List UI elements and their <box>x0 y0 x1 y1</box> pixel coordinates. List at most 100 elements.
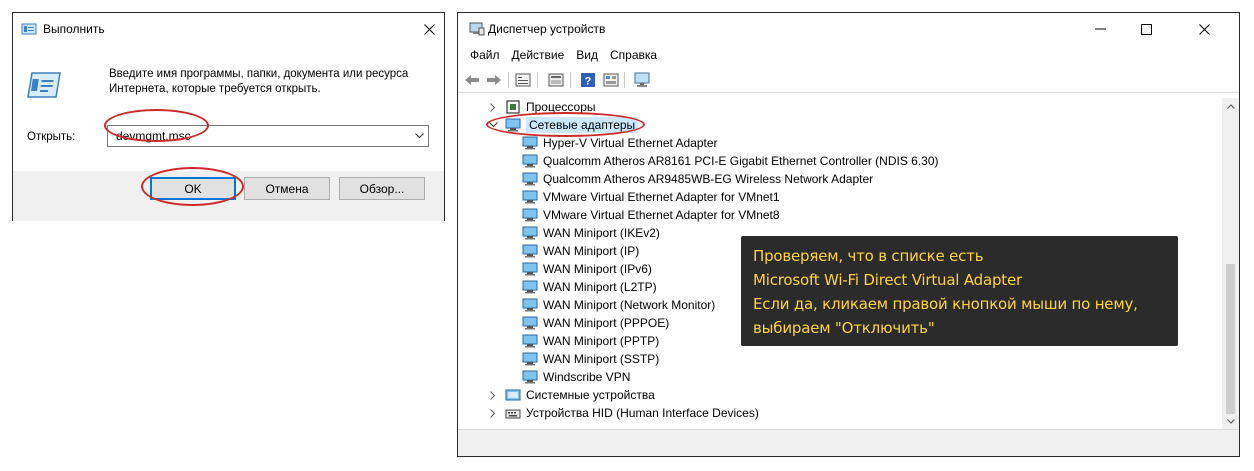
annotation-line: Если да, кликаем правой кнопкой мыши по … <box>753 295 1138 313</box>
ok-button[interactable]: OK <box>150 177 236 200</box>
expand-button[interactable] <box>486 98 500 116</box>
cancel-button[interactable]: Отмена <box>244 177 330 200</box>
help-button[interactable]: ? <box>578 71 598 89</box>
menu-action[interactable]: Действие <box>506 45 571 67</box>
expand-button[interactable] <box>486 386 500 404</box>
menu-help[interactable]: Справка <box>604 45 663 67</box>
adapter-label: VMware Virtual Ethernet Adapter for VMne… <box>543 208 780 222</box>
chevron-down-icon <box>488 122 498 128</box>
tree-item-network-adapters[interactable]: Сетевые адаптеры <box>486 116 639 134</box>
properties-icon <box>515 73 531 87</box>
scroll-up-button[interactable] <box>1222 98 1239 115</box>
adapter-item[interactable]: VMware Virtual Ethernet Adapter for VMne… <box>522 188 780 206</box>
adapter-item[interactable]: WAN Miniport (L2TP) <box>522 278 657 296</box>
open-label: Открыть: <box>27 131 76 143</box>
adapter-item[interactable]: WAN Miniport (IPv6) <box>522 260 652 278</box>
run-command-input[interactable]: devmgmt.msc <box>107 125 429 147</box>
scan-hardware-icon <box>634 72 650 87</box>
adapter-label: WAN Miniport (SSTP) <box>543 352 660 366</box>
adapter-item[interactable]: Hyper-V Virtual Ethernet Adapter <box>522 134 718 152</box>
run-close-button[interactable] <box>414 13 444 45</box>
chevron-down-icon <box>414 133 424 139</box>
device-manager-window: Диспетчер устройств Файл Действие Вид Сп… <box>457 12 1240 457</box>
run-icon <box>21 23 37 35</box>
browse-button[interactable]: Обзор... <box>339 177 425 200</box>
expand-button[interactable] <box>486 404 500 422</box>
adapter-item[interactable]: Windscribe VPN <box>522 368 630 386</box>
run-dialog: Выполнить Введите имя программы, папки, … <box>12 12 445 221</box>
network-adapter-icon <box>522 154 538 168</box>
minimize-button[interactable] <box>1077 13 1123 45</box>
adapter-item[interactable]: WAN Miniport (PPTP) <box>522 332 659 350</box>
close-icon <box>423 23 435 35</box>
collapse-button[interactable] <box>486 116 500 134</box>
chevron-right-icon <box>490 390 496 400</box>
toolbar-separator <box>508 72 509 88</box>
menu-file[interactable]: Файл <box>464 45 506 67</box>
view-button[interactable] <box>601 71 621 89</box>
adapter-label: WAN Miniport (IPv6) <box>543 262 652 276</box>
adapter-label: WAN Miniport (PPPOE) <box>543 316 670 330</box>
chevron-right-icon <box>490 102 496 112</box>
close-icon <box>1198 23 1210 35</box>
network-adapter-icon <box>522 352 538 366</box>
adapter-item[interactable]: Qualcomm Atheros AR9485WB-EG Wireless Ne… <box>522 170 873 188</box>
keyboard-icon <box>505 409 521 419</box>
tree-item-system-devices[interactable]: Системные устройства <box>486 386 655 404</box>
adapter-item[interactable]: WAN Miniport (IP) <box>522 242 639 260</box>
tree-item-hid-devices[interactable]: Устройства HID (Human Interface Devices) <box>486 404 759 422</box>
maximize-button[interactable] <box>1123 13 1169 45</box>
network-adapter-icon <box>522 244 538 258</box>
adapter-label: Hyper-V Virtual Ethernet Adapter <box>543 136 718 150</box>
network-adapter-icon <box>522 262 538 276</box>
run-dropdown-button[interactable] <box>410 126 428 146</box>
run-program-icon <box>27 72 61 98</box>
maximize-icon <box>1140 23 1152 35</box>
tree-item-processors[interactable]: Процессоры <box>486 98 596 116</box>
chevron-down-icon <box>1226 419 1235 424</box>
run-dialog-body: Введите имя программы, папки, документа … <box>13 45 444 171</box>
run-titlebar: Выполнить <box>13 13 444 45</box>
scan-hardware-button[interactable] <box>632 71 652 89</box>
adapter-item[interactable]: WAN Miniport (IKEv2) <box>522 224 660 242</box>
network-adapter-icon <box>505 118 521 132</box>
scrollbar-thumb[interactable] <box>1226 264 1235 414</box>
network-adapter-icon <box>522 136 538 150</box>
dm-close-button[interactable] <box>1181 13 1227 45</box>
adapter-item[interactable]: WAN Miniport (Network Monitor) <box>522 296 715 314</box>
tree-item-label: Процессоры <box>526 100 596 114</box>
tree-scrollbar[interactable] <box>1222 98 1239 430</box>
tree-item-label: Устройства HID (Human Interface Devices) <box>526 406 759 420</box>
adapter-label: WAN Miniport (IKEv2) <box>543 226 660 240</box>
adapter-item[interactable]: VMware Virtual Ethernet Adapter for VMne… <box>522 206 780 224</box>
network-adapter-icon <box>522 370 538 384</box>
adapter-item[interactable]: WAN Miniport (SSTP) <box>522 350 659 368</box>
network-adapter-icon <box>522 334 538 348</box>
device-manager-icon <box>469 22 485 36</box>
adapter-label: WAN Miniport (L2TP) <box>543 280 657 294</box>
annotation-line: Microsoft Wi-Fi Direct Virtual Adapter <box>753 271 1022 289</box>
network-adapter-icon <box>522 172 538 186</box>
run-command-value[interactable]: devmgmt.msc <box>116 129 191 143</box>
chevron-right-icon <box>490 408 496 418</box>
system-devices-icon <box>505 389 521 401</box>
update-driver-icon <box>548 73 564 87</box>
adapter-item[interactable]: Qualcomm Atheros AR8161 PCI-E Gigabit Et… <box>522 152 939 170</box>
network-adapter-icon <box>522 226 538 240</box>
adapter-item[interactable]: WAN Miniport (PPPOE) <box>522 314 669 332</box>
forward-button[interactable] <box>484 71 504 89</box>
tree-item-label: Сетевые адаптеры <box>526 117 639 133</box>
dm-window-title: Диспетчер устройств <box>488 22 606 36</box>
dm-titlebar: Диспетчер устройств <box>458 13 1239 45</box>
menu-view[interactable]: Вид <box>570 45 604 67</box>
back-button[interactable] <box>462 71 482 89</box>
adapter-label: WAN Miniport (Network Monitor) <box>543 298 716 312</box>
toolbar-separator <box>624 72 625 88</box>
adapter-label: WAN Miniport (IP) <box>543 244 640 258</box>
update-driver-button[interactable] <box>546 71 566 89</box>
adapter-label: Windscribe VPN <box>543 370 631 384</box>
scroll-down-button[interactable] <box>1222 413 1239 430</box>
properties-button[interactable] <box>513 71 533 89</box>
back-icon <box>465 75 479 85</box>
adapter-label: WAN Miniport (PPTP) <box>543 334 660 348</box>
